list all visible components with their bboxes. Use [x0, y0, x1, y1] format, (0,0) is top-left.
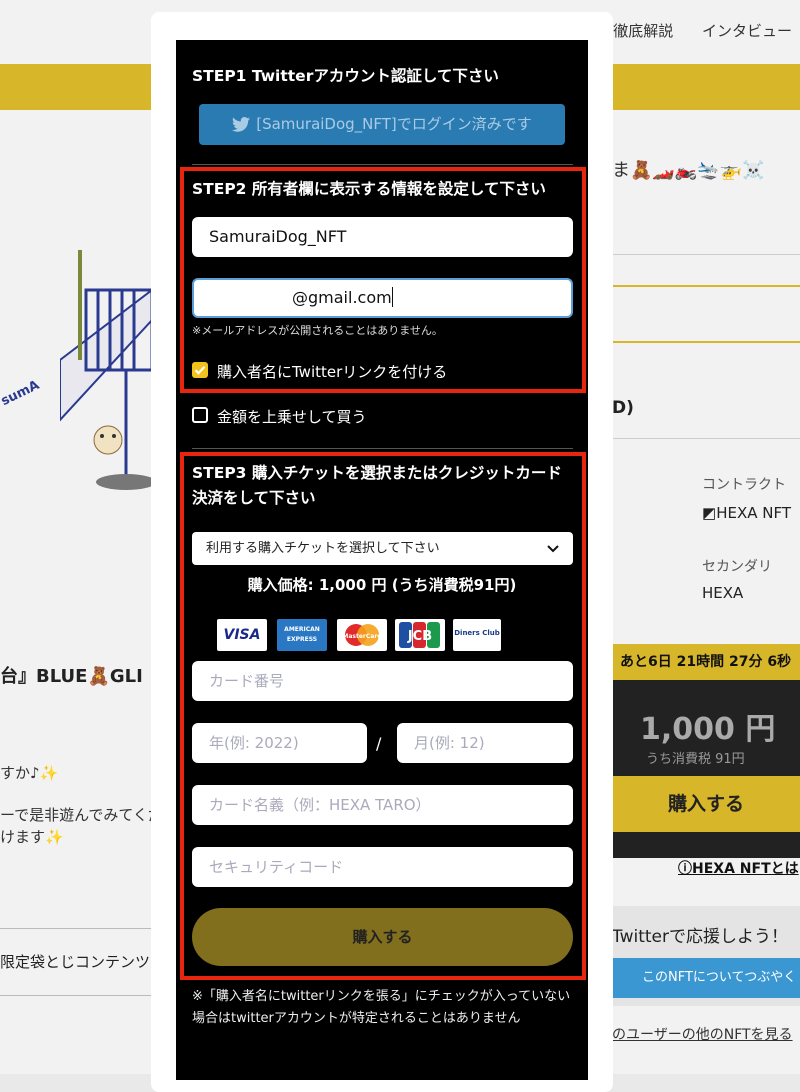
slide-label: sumA	[0, 377, 42, 410]
amex-icon: AMERICAN EXPRESS	[277, 619, 327, 651]
gold-divider	[612, 285, 800, 287]
twitter-bird-icon	[232, 107, 251, 148]
slide-illustration	[60, 250, 152, 490]
email-input[interactable]: @gmail.com	[192, 278, 573, 318]
gold-divider	[612, 341, 800, 343]
divider	[612, 438, 800, 439]
countdown: あと6日 21時間 27分 6秒	[612, 644, 800, 680]
purchase-button[interactable]: 購入する	[192, 908, 573, 966]
step3-title-line1: STEP3 購入チケットを選択またはクレジットカード	[192, 464, 562, 482]
divider	[612, 254, 800, 255]
checkmark-icon	[194, 366, 206, 375]
footnote: ※「購入者名にtwitterリンクを張る」にチェックが入っていない場合はtwit…	[192, 989, 571, 1026]
jcb-icon: JCB	[395, 619, 445, 651]
contract-label: コントラクト	[702, 477, 786, 493]
other-nfts-link[interactable]: のユーザーの他のNFTを見る	[612, 1024, 793, 1044]
owner-name-input[interactable]: SamuraiDog_NFT	[192, 217, 573, 257]
external-link-icon: ◩	[702, 504, 717, 522]
overpay-checkbox[interactable]	[192, 407, 208, 423]
mastercard-icon: MasterCard	[337, 619, 387, 651]
desc-line: けます✨	[0, 828, 64, 846]
step2-title: STEP2 所有者欄に表示する情報を設定して下さい	[192, 180, 546, 198]
twitter-link-label: 購入者名にTwitterリンクを付ける	[217, 363, 448, 381]
twitter-link-checkbox[interactable]	[192, 362, 208, 378]
bg-price: 1,000 円	[640, 712, 776, 747]
bg-buy-button[interactable]: 購入する	[612, 776, 800, 832]
purchase-price: 購入価格: 1,000 円 (うち消費税91円)	[247, 576, 517, 594]
limited-content-box[interactable]: 限定袋とじコンテンツ	[0, 928, 152, 996]
twitter-support-title: Twitterで応援しよう！	[612, 927, 788, 947]
twitter-login-label: [SamuraiDog_NFT]でログイン済みです	[256, 115, 532, 133]
secondary-value: HEXA	[702, 584, 744, 602]
nav-item-interview[interactable]: インタビュー	[702, 22, 792, 40]
expiry-month-input[interactable]: 月(例: 12)	[397, 723, 573, 763]
security-code-input[interactable]: セキュリティコード	[192, 847, 573, 887]
secondary-label: セカンダリ	[702, 559, 772, 575]
tweet-button-label: このNFTについてつぶやく	[642, 970, 797, 985]
diners-club-icon: Diners Club	[453, 619, 501, 651]
nft-title-right: ま🧸🏎️🏍️🛬🚁☠️	[612, 160, 765, 181]
email-note: ※メールアドレスが公開されることはありません。	[192, 324, 443, 337]
date-separator: /	[376, 734, 382, 753]
desc-line: ーで是非遊んでみてくだ	[0, 806, 163, 824]
divider	[192, 164, 573, 165]
jcb-text: JCB	[407, 629, 432, 644]
step3-title-line2: 決済をして下さい	[192, 489, 316, 507]
contract-value[interactable]: ◩HEXA NFT	[702, 504, 791, 522]
ticket-select-value: 利用する購入チケットを選択して下さい	[206, 541, 440, 556]
step1-title: STEP1 Twitterアカウント認証して下さい	[192, 67, 499, 85]
nav-item-guide[interactable]: T徹底解説	[604, 22, 673, 40]
tweet-button[interactable]: このNFTについてつぶやく	[612, 958, 800, 998]
divider	[192, 448, 573, 449]
hexa-link-text: HEXA NFTとは	[692, 861, 799, 877]
visa-icon: VISA	[217, 619, 267, 651]
hexa-nft-about-link[interactable]: ⓘHEXA NFTとは	[678, 858, 799, 878]
expiry-year-input[interactable]: 年(例: 2022)	[192, 723, 367, 763]
card-number-input[interactable]: カード番号	[192, 661, 573, 701]
chevron-down-icon	[547, 532, 559, 578]
email-value: @gmail.com	[292, 288, 392, 307]
info-icon: ⓘ	[678, 861, 692, 877]
limited-content-label: 限定袋とじコンテンツ	[0, 953, 151, 971]
nft-title-left: 台』BLUE🧸GLI	[0, 666, 143, 687]
card-holder-input[interactable]: カード名義（例：HEXA TARO）	[192, 785, 573, 825]
overpay-label: 金額を上乗せして買う	[217, 408, 367, 426]
text-cursor	[391, 287, 393, 307]
desc-line: すか♪✨	[0, 764, 59, 782]
contract-value-text: HEXA NFT	[716, 504, 791, 522]
ticket-select[interactable]: 利用する購入チケットを選択して下さい	[192, 532, 573, 565]
bg-tax: うち消費税 91円	[646, 752, 745, 767]
twitter-login-button[interactable]: [SamuraiDog_NFT]でログイン済みです	[199, 104, 565, 145]
right-heading: D)	[612, 398, 634, 418]
mastercard-text: MasterCard	[342, 633, 381, 640]
